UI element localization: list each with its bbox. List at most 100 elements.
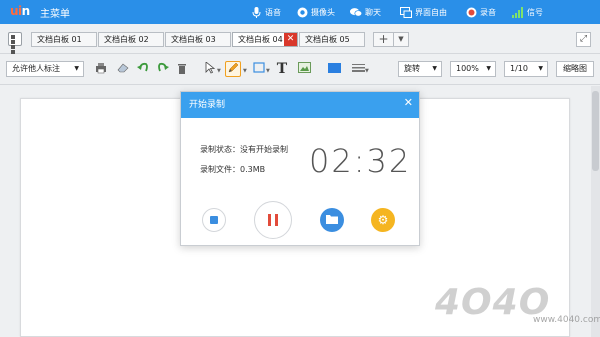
color-picker[interactable] — [326, 61, 342, 77]
grid-icon — [11, 35, 15, 39]
eraser-tool[interactable] — [115, 61, 131, 77]
line-width-icon — [351, 63, 365, 76]
dialog-title: 开始录制 — [189, 100, 226, 110]
chevron-down-icon: ▼ — [74, 65, 79, 72]
watermark-url: www.4040.com — [533, 315, 600, 325]
settings-button[interactable]: ⚙ — [371, 208, 395, 232]
chevron-down-icon[interactable]: ▼ — [365, 68, 369, 74]
zoom-value: 100% — [456, 64, 479, 73]
undo-icon — [137, 62, 149, 76]
vertical-scrollbar[interactable] — [591, 86, 600, 337]
tab-label: 文档白板 01 — [37, 35, 82, 44]
record-label: 录音 — [480, 7, 496, 17]
tab-whiteboard-03[interactable]: 文档白板 03 — [165, 32, 231, 47]
tab-whiteboard-05[interactable]: 文档白板 05 — [299, 32, 365, 47]
select-tool[interactable] — [202, 60, 218, 77]
chevron-down-icon[interactable]: ▼ — [394, 33, 408, 46]
tab-whiteboard-01[interactable]: 文档白板 01 — [31, 32, 97, 47]
text-tool[interactable]: T — [274, 61, 290, 77]
tab-whiteboard-04[interactable]: 文档白板 04 ✕ — [232, 32, 298, 47]
voice-button[interactable]: 语音 — [250, 4, 281, 20]
file-size-value: 0.3MB — [240, 165, 266, 174]
shape-tool[interactable] — [251, 61, 267, 77]
trash-icon — [177, 62, 187, 77]
rotate-select[interactable]: 旋转 ▼ — [398, 61, 442, 77]
dialog-close-button[interactable]: ✕ — [404, 92, 413, 114]
chevron-down-icon[interactable]: ▼ — [217, 68, 221, 74]
image-icon — [297, 62, 311, 76]
app-logo: uin — [10, 4, 30, 18]
camera-label: 摄像头 — [311, 7, 335, 17]
redo-icon — [157, 62, 169, 76]
dialog-header: 开始录制 ✕ — [181, 92, 419, 118]
eraser-icon — [117, 62, 130, 76]
status-value: 没有开始录制 — [240, 145, 288, 154]
zoom-select[interactable]: 100% ▼ — [450, 61, 496, 77]
pen-tool[interactable] — [225, 61, 241, 77]
grid-icon-cell — [11, 50, 15, 54]
tab-bar: 文档白板 01 文档白板 02 文档白板 03 文档白板 04 ✕ 文档白板 0… — [0, 24, 600, 54]
add-tab-button[interactable]: + ▼ — [373, 32, 409, 47]
save-tool[interactable] — [93, 61, 109, 77]
window-icon — [400, 6, 412, 18]
printer-icon — [95, 62, 107, 77]
tab-whiteboard-02[interactable]: 文档白板 02 — [98, 32, 164, 47]
undo-button[interactable] — [135, 61, 151, 77]
redo-button[interactable] — [155, 61, 171, 77]
recording-dialog: 开始录制 ✕ 录制状态：没有开始录制 录制文件：0.3MB 02:32 ⚙ — [180, 91, 420, 246]
chat-icon — [350, 6, 362, 18]
close-icon: ✕ — [403, 96, 413, 109]
chevron-down-icon: ▼ — [486, 65, 491, 72]
camera-icon — [296, 6, 308, 18]
stop-button[interactable] — [202, 208, 226, 232]
top-bar: uin 主菜单 语音 摄像头 聊天 界面自由 录音 信号 — [0, 0, 600, 24]
tab-label: 文档白板 05 — [305, 35, 350, 44]
grid-icon-cell — [11, 45, 15, 49]
permission-value: 允许他人标注 — [12, 64, 60, 73]
camera-button[interactable]: 摄像头 — [296, 4, 335, 20]
free-layout-label: 界面自由 — [415, 7, 447, 17]
rectangle-icon — [253, 62, 265, 76]
chevron-down-icon[interactable]: ▼ — [266, 68, 270, 74]
signal-indicator: 信号 — [512, 4, 543, 20]
line-width-picker[interactable] — [350, 61, 366, 77]
file-label: 录制文件： — [200, 165, 240, 174]
expand-icon: ⤢ — [579, 34, 588, 44]
record-icon — [465, 6, 477, 18]
grid-icon-cell — [11, 40, 15, 44]
pause-button[interactable] — [254, 201, 292, 239]
rotate-label: 旋转 — [404, 64, 420, 73]
fullscreen-button[interactable]: ⤢ — [576, 32, 591, 47]
recording-timer: 02:32 — [309, 142, 412, 180]
pause-icon — [266, 214, 280, 226]
status-label: 录制状态： — [200, 145, 240, 154]
tab-label: 文档白板 04 — [238, 35, 283, 44]
color-swatch-icon — [327, 62, 341, 76]
chevron-down-icon[interactable]: ▼ — [243, 68, 247, 74]
chat-button[interactable]: 聊天 — [350, 4, 381, 20]
recording-file-row: 录制文件：0.3MB — [200, 164, 265, 175]
page-value: 1/10 — [510, 64, 528, 73]
record-button[interactable]: 录音 — [465, 4, 496, 20]
scrollbar-thumb[interactable] — [592, 91, 599, 171]
main-menu-button[interactable]: 主菜单 — [40, 5, 70, 20]
gear-icon: ⚙ — [377, 213, 389, 227]
annotation-permission-select[interactable]: 允许他人标注 ▼ — [6, 61, 84, 77]
delete-button[interactable] — [174, 61, 190, 77]
thumbnail-button[interactable]: 缩略图 — [556, 61, 594, 77]
chevron-down-icon: ▼ — [432, 65, 437, 72]
close-tab-button[interactable]: ✕ — [284, 33, 297, 46]
free-layout-button[interactable]: 界面自由 — [400, 4, 447, 20]
image-tool[interactable] — [296, 61, 312, 77]
signal-label: 信号 — [527, 7, 543, 17]
chevron-down-icon: ▼ — [538, 65, 543, 72]
pencil-icon — [227, 62, 239, 77]
page-select[interactable]: 1/10 ▼ — [504, 61, 548, 77]
tool-bar: 允许他人标注 ▼ ▼ ▼ ▼ T ▼ 旋转 ▼ 100% ▼ 1/10 ▼ 缩略… — [0, 55, 600, 85]
open-folder-button[interactable] — [320, 208, 344, 232]
signal-icon — [512, 6, 524, 18]
grid-view-button[interactable] — [8, 32, 22, 54]
close-icon: ✕ — [286, 34, 295, 44]
cursor-icon — [205, 60, 216, 77]
plus-icon[interactable]: + — [374, 33, 394, 46]
